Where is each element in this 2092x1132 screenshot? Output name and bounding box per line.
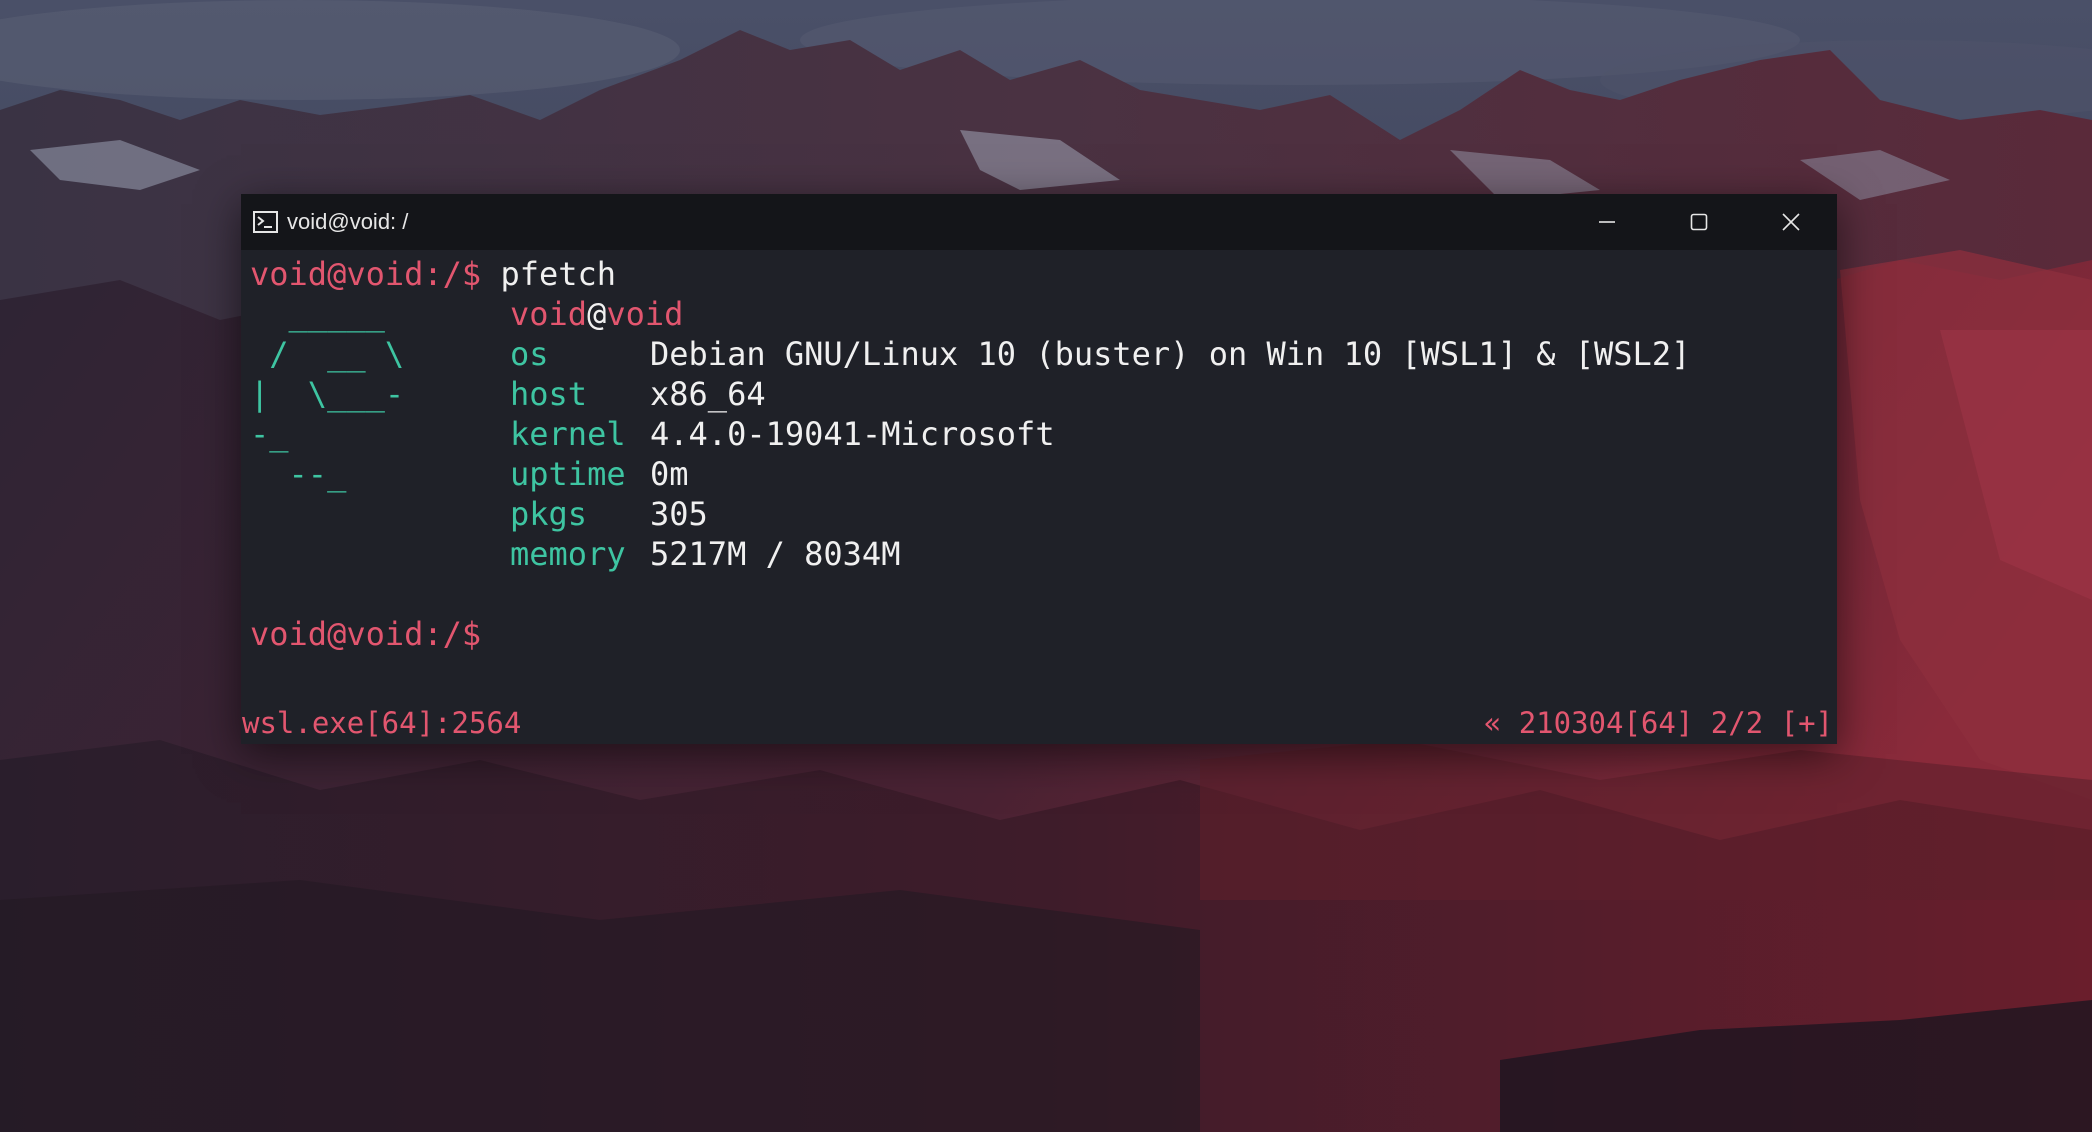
info-row-os: os Debian GNU/Linux 10 (buster) on Win 10… bbox=[510, 334, 1690, 374]
info-value: 5217M / 8034M bbox=[650, 535, 901, 573]
info-key: memory bbox=[510, 535, 626, 573]
info-key: kernel bbox=[510, 415, 626, 453]
info-value: 4.4.0-19041-Microsoft bbox=[650, 415, 1055, 453]
info-key: os bbox=[510, 335, 549, 373]
minimize-icon bbox=[1599, 221, 1615, 223]
info-value: x86_64 bbox=[650, 375, 766, 413]
terminal-icon bbox=[253, 211, 278, 233]
user-host-line: void@void bbox=[510, 294, 1690, 334]
maximize-icon bbox=[1690, 213, 1708, 231]
ascii-line: -_ bbox=[250, 415, 289, 453]
ascii-line: / __ \ bbox=[250, 335, 405, 373]
system-info: void@void os Debian GNU/Linux 10 (buster)… bbox=[510, 294, 1690, 574]
fetch-at: @ bbox=[587, 295, 607, 333]
status-console-info[interactable]: « 210304[64] 2/2 [+] bbox=[1484, 702, 1833, 744]
info-key: host bbox=[510, 375, 588, 413]
terminal-window: void@void: / void@void:/$ pfetch _____ /… bbox=[241, 194, 1837, 744]
info-value: 305 bbox=[650, 495, 708, 533]
close-icon bbox=[1782, 213, 1800, 231]
window-title: void@void: / bbox=[287, 209, 409, 234]
title-bar[interactable]: void@void: / bbox=[241, 194, 1837, 250]
info-row-host: host x86_64 bbox=[510, 374, 1690, 414]
info-row-kernel: kernel 4.4.0-19041-Microsoft bbox=[510, 414, 1690, 454]
command-line: void@void:/$ pfetch bbox=[250, 254, 1830, 294]
ascii-line: --_ bbox=[250, 455, 347, 493]
shell-prompt: void@void:/$ bbox=[250, 255, 482, 293]
shell-prompt-current: void@void:/$ bbox=[250, 615, 482, 653]
ascii-line: _____ bbox=[250, 295, 385, 333]
fetch-host: void bbox=[606, 295, 684, 333]
terminal-output[interactable]: void@void:/$ pfetch _____ / __ \ | \___- -… bbox=[250, 254, 1830, 653]
close-button[interactable] bbox=[1745, 194, 1837, 250]
info-value: 0m bbox=[650, 455, 689, 493]
command-text: pfetch bbox=[481, 255, 617, 293]
info-row-uptime: uptime 0m bbox=[510, 454, 1690, 494]
minimize-button[interactable] bbox=[1561, 194, 1653, 250]
info-row-memory: memory 5217M / 8034M bbox=[510, 534, 1690, 574]
maximize-button[interactable] bbox=[1653, 194, 1745, 250]
fetch-user: void bbox=[510, 295, 588, 333]
info-key: uptime bbox=[510, 455, 626, 493]
status-process: wsl.exe[64]:2564 bbox=[242, 706, 522, 740]
ascii-line: | \___- bbox=[250, 375, 405, 413]
info-value: Debian GNU/Linux 10 (buster) on Win 10 [… bbox=[650, 335, 1691, 373]
ascii-logo: _____ / __ \ | \___- -_ --_ bbox=[250, 294, 404, 494]
status-bar: wsl.exe[64]:2564 « 210304[64] 2/2 [+] bbox=[241, 702, 1837, 744]
info-key: pkgs bbox=[510, 495, 588, 533]
info-row-pkgs: pkgs 305 bbox=[510, 494, 1690, 534]
